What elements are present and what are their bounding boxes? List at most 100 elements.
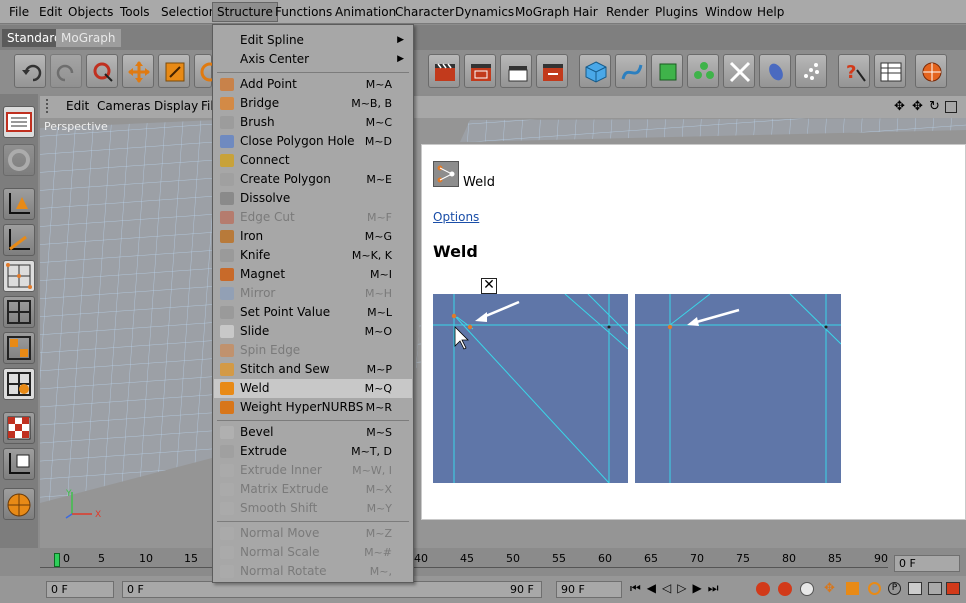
menu-item-weld[interactable]: Weld M~Q: [214, 379, 412, 398]
menu-item-mirror[interactable]: Mirror M~H: [214, 284, 412, 303]
menu-item-slide[interactable]: Slide M~O: [214, 322, 412, 341]
keyframe-icon[interactable]: [800, 582, 814, 596]
menu-item-normal-move[interactable]: Normal Move M~Z: [214, 524, 412, 543]
menu-help[interactable]: Help: [755, 4, 786, 20]
key-rotate-icon[interactable]: [868, 582, 881, 595]
object-mode-button[interactable]: [3, 224, 35, 256]
web-button[interactable]: [915, 54, 947, 88]
playback-controls[interactable]: ⏮◀◁▷▶⏭: [630, 581, 725, 596]
zoom-icon[interactable]: ✥: [912, 99, 923, 114]
edit-mode-button[interactable]: [3, 144, 35, 176]
array-button[interactable]: [687, 54, 719, 88]
record-icon[interactable]: [756, 582, 770, 596]
menu-item-spin-edge[interactable]: Spin Edge: [214, 341, 412, 360]
menu-item-normal-rotate[interactable]: Normal Rotate M~,: [214, 562, 412, 581]
menu-item-normal-scale[interactable]: Normal Scale M~#: [214, 543, 412, 562]
edges-mode-button[interactable]: [3, 296, 35, 328]
environment-button[interactable]: [759, 54, 791, 88]
autokey-icon[interactable]: [778, 582, 792, 596]
redo-button[interactable]: [50, 54, 82, 88]
viewport-menu-edit[interactable]: Edit: [66, 99, 89, 113]
viewport-menu-cameras[interactable]: Cameras: [97, 99, 150, 113]
menu-animation[interactable]: Animation: [333, 4, 398, 20]
menu-hair[interactable]: Hair: [571, 4, 600, 20]
menu-item-edge-cut[interactable]: Edge Cut M~F: [214, 208, 412, 227]
scale-tool-button[interactable]: [158, 54, 190, 88]
menu-item-matrix-extrude[interactable]: Matrix Extrude M~X: [214, 480, 412, 499]
key-param-icon[interactable]: P: [888, 582, 901, 595]
rotate-tool-button[interactable]: [194, 54, 212, 88]
spline-button[interactable]: [615, 54, 647, 88]
key-menu-icon[interactable]: [946, 582, 960, 595]
close-button[interactable]: ✕: [481, 278, 497, 294]
timeline[interactable]: 0 5 10 15 40 45 50 55 60 65 70 75 80 85 …: [40, 548, 966, 576]
texture-mode-button[interactable]: [3, 368, 35, 400]
menu-item-add-point[interactable]: Add Point M~A: [214, 75, 412, 94]
viewport-menu-display[interactable]: Display: [154, 99, 198, 113]
preview-range-slider[interactable]: 0 F: [122, 581, 542, 598]
options-link[interactable]: Options: [433, 210, 479, 224]
render-picture-viewer-button[interactable]: [500, 54, 532, 88]
menu-item-magnet[interactable]: Magnet M~I: [214, 265, 412, 284]
key-pla-icon[interactable]: [908, 582, 922, 595]
current-frame-field[interactable]: 0 F: [894, 555, 960, 572]
menu-edit[interactable]: Edit: [37, 4, 64, 20]
move-tool-button[interactable]: [122, 54, 154, 88]
menu-item-stitch-and-sew[interactable]: Stitch and Sew M~P: [214, 360, 412, 379]
menu-selection[interactable]: Selection: [159, 4, 218, 20]
menu-item-connect[interactable]: Connect: [214, 151, 412, 170]
start-frame-field[interactable]: 0 F: [46, 581, 114, 598]
menu-character[interactable]: Character: [393, 4, 456, 20]
menu-item-create-polygon[interactable]: Create Polygon M~E: [214, 170, 412, 189]
rotate-view-icon[interactable]: ↻: [929, 99, 940, 114]
time-marker[interactable]: [54, 553, 60, 567]
menu-item-brush[interactable]: Brush M~C: [214, 113, 412, 132]
menu-item-bridge[interactable]: Bridge M~B, B: [214, 94, 412, 113]
tab-mograph[interactable]: MoGraph: [56, 29, 121, 47]
menu-item-extrude-inner[interactable]: Extrude Inner M~W, I: [214, 461, 412, 480]
menu-item-set-point-value[interactable]: Set Point Value M~L: [214, 303, 412, 322]
menu-item-axis-center[interactable]: Axis Center ▶: [214, 50, 412, 69]
key-settings-icon[interactable]: [928, 582, 942, 595]
menu-objects[interactable]: Objects: [66, 4, 115, 20]
menu-mograph[interactable]: MoGraph: [513, 4, 572, 20]
sculpt-button[interactable]: [3, 488, 35, 520]
drag-handle[interactable]: [46, 99, 54, 113]
deformer-button[interactable]: [723, 54, 755, 88]
nurbs-button[interactable]: [651, 54, 683, 88]
menu-window[interactable]: Window: [703, 4, 754, 20]
workplane-button[interactable]: [3, 448, 35, 480]
render-settings-button[interactable]: [536, 54, 568, 88]
model-mode-button[interactable]: [3, 188, 35, 220]
menu-render[interactable]: Render: [604, 4, 651, 20]
menu-item-edit-spline[interactable]: Edit Spline ▶: [214, 31, 412, 50]
menu-item-iron[interactable]: Iron M~G: [214, 227, 412, 246]
menu-item-dissolve[interactable]: Dissolve: [214, 189, 412, 208]
menu-file[interactable]: File: [7, 4, 31, 20]
menu-dynamics[interactable]: Dynamics: [453, 4, 516, 20]
render-view-button[interactable]: [428, 54, 460, 88]
menu-item-knife[interactable]: Knife M~K, K: [214, 246, 412, 265]
menu-structure[interactable]: Structure: [212, 2, 278, 22]
live-selection-button[interactable]: [86, 54, 118, 88]
menu-item-close-polygon-hole[interactable]: Close Polygon Hole M~D: [214, 132, 412, 151]
cube-button[interactable]: [579, 54, 611, 88]
polygons-mode-button[interactable]: [3, 332, 35, 364]
texture-axis-button[interactable]: [3, 412, 35, 444]
menu-item-smooth-shift[interactable]: Smooth Shift M~Y: [214, 499, 412, 518]
particles-button[interactable]: [795, 54, 827, 88]
points-mode-button[interactable]: [3, 260, 35, 292]
key-move-icon[interactable]: ✥: [824, 581, 835, 596]
pan-icon[interactable]: ✥: [894, 99, 905, 114]
end-frame-field[interactable]: 90 F: [556, 581, 622, 598]
menu-functions[interactable]: Functions: [273, 4, 334, 20]
menu-item-bevel[interactable]: Bevel M~S: [214, 423, 412, 442]
render-region-button[interactable]: [464, 54, 496, 88]
help-pointer-button[interactable]: ?: [838, 54, 870, 88]
menu-tools[interactable]: Tools: [118, 4, 152, 20]
layout-toggle-button[interactable]: [3, 106, 35, 138]
menu-plugins[interactable]: Plugins: [653, 4, 700, 20]
menu-item-extrude[interactable]: Extrude M~T, D: [214, 442, 412, 461]
maximize-view-icon[interactable]: [945, 101, 957, 113]
menu-item-weight-hypernurbs[interactable]: Weight HyperNURBS M~R: [214, 398, 412, 417]
